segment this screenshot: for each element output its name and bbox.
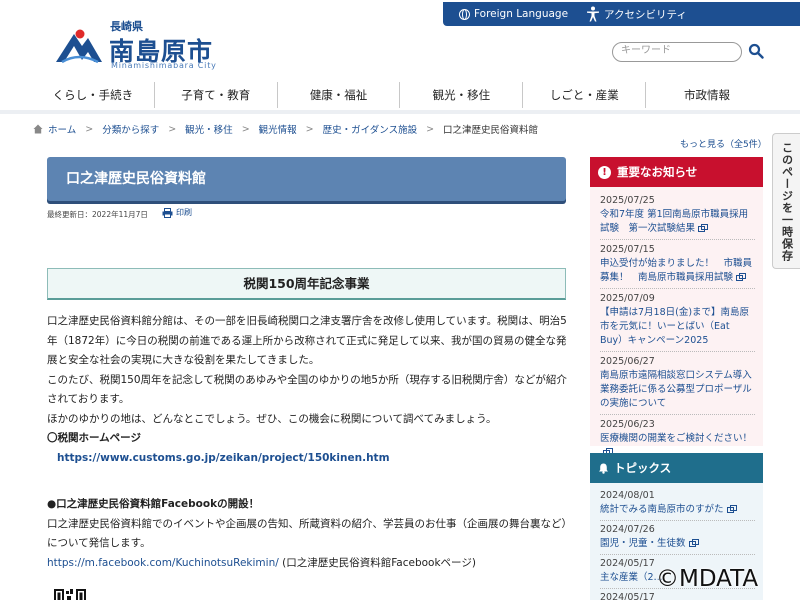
printer-icon <box>162 207 173 218</box>
external-link-icon <box>726 504 737 513</box>
home-icon <box>33 124 43 134</box>
news-link[interactable]: 令和7年度 第1回南島原市職員採用試験 第一次試験結果 <box>600 208 755 236</box>
search-icon[interactable] <box>748 43 764 59</box>
nav-item-health[interactable]: 健康・福祉 <box>276 82 400 108</box>
search-box <box>612 42 742 62</box>
breadcrumb: ホーム > 分類から探す > 観光・移住 > 観光情報 > 歴史・ガイダンス施設… <box>33 122 538 136</box>
page-title-bar: 口之津歴史民俗資料館 <box>47 157 566 201</box>
accessibility-link[interactable]: アクセシビリティ <box>586 6 687 22</box>
breadcrumb-history[interactable]: 歴史・ガイダンス施設 <box>323 122 417 136</box>
article-body: 口之津歴史民俗資料館分館は、その一部を旧長崎税関口之津支署庁舎を改修し使用してい… <box>47 312 571 573</box>
accessibility-label: アクセシビリティ <box>604 8 687 21</box>
list-item: 2025/07/15 申込受付が始まりました！ 市職員募集！ 南島原市職員採用試… <box>600 240 755 289</box>
section-heading-box: 税関150周年記念事業 <box>47 268 566 300</box>
topic-link[interactable]: 統計でみる南島原市のすがた <box>600 503 755 517</box>
list-item: 2024/08/01 統計でみる南島原市のすがた <box>600 487 755 521</box>
list-item: 2025/07/25 令和7年度 第1回南島原市職員採用試験 第一次試験結果 <box>600 191 755 240</box>
news-date: 2025/07/15 <box>600 244 655 255</box>
city-logo[interactable]: 長崎県 南島原市 Minamishimabara City <box>54 14 224 72</box>
exclamation-icon: ! <box>598 165 611 179</box>
news-title: 【申請は7月18日(金)まで】南島原市を元気に！いーとばい（Eat Buy）キャ… <box>600 307 750 346</box>
list-item: 2025/06/27 南島原市遠隔相談窓口システム導入業務委託に係る公募型プロポ… <box>600 352 755 415</box>
facebook-link[interactable]: https://m.facebook.com/KuchinotsuRekimin… <box>47 557 279 569</box>
logo-romaji: Minamishimabara City <box>111 61 217 70</box>
accessibility-icon <box>587 6 600 22</box>
important-notices-title: 重要なお知らせ <box>617 165 698 179</box>
notice-more-link[interactable]: もっと見る（全5件） <box>680 137 767 150</box>
nav-item-living[interactable]: くらし・手続き <box>32 82 154 108</box>
topic-link[interactable]: 園児・児童・生徒数 <box>600 537 755 551</box>
topics-header: トピックス <box>590 453 763 483</box>
globe-icon <box>459 8 470 20</box>
facebook-description: 口之津歴史民俗資料館でのイベントや企画展の告知、所蔵資料の紹介、学芸員のお仕事（… <box>47 517 567 550</box>
breadcrumb-separator: > <box>85 123 94 135</box>
news-date: 2025/07/09 <box>600 293 655 304</box>
breadcrumb-category[interactable]: 分類から探す <box>102 122 159 136</box>
topic-date: 2024/05/17 <box>600 592 655 600</box>
list-item: 2024/07/26 園児・児童・生徒数 <box>600 521 755 555</box>
watermark: ©MDATA <box>656 566 759 592</box>
topic-date: 2024/08/01 <box>600 490 655 501</box>
save-page-label: このページを一時保存 <box>780 142 794 262</box>
news-title: 南島原市遠隔相談窓口システム導入業務委託に係る公募型プロポーザルの実施について <box>600 370 752 409</box>
external-link-icon <box>736 272 747 281</box>
top-utility-bar: Foreign Language アクセシビリティ <box>443 2 800 26</box>
news-link[interactable]: 【申請は7月18日(金)まで】南島原市を元気に！いーとばい（Eat Buy）キャ… <box>600 306 755 348</box>
paragraph-anniversary: このたび、税関150周年を記念して税関のあゆみや全国のゆかりの地5か所（現存する… <box>47 373 567 406</box>
breadcrumb-separator: > <box>241 123 250 135</box>
news-link[interactable]: 申込受付が始まりました！ 市職員募集！ 南島原市職員採用試験 <box>600 257 755 285</box>
news-date: 2025/06/23 <box>600 419 655 430</box>
breadcrumb-home[interactable]: ホーム <box>48 122 76 136</box>
save-page-tab[interactable]: このページを一時保存 <box>772 133 800 269</box>
list-item: 2025/07/09 【申請は7月18日(金)まで】南島原市を元気に！いーとばい… <box>600 289 755 352</box>
paragraph-customs-history: 口之津歴史民俗資料館分館は、その一部を旧長崎税関口之津支署庁舎を改修し使用してい… <box>47 315 567 366</box>
bell-icon <box>599 463 608 474</box>
breadcrumb-separator: > <box>426 123 435 135</box>
breadcrumb-current: 口之津歴史民俗資料館 <box>443 125 539 136</box>
print-button[interactable]: 印刷 <box>162 207 192 218</box>
search-input[interactable] <box>621 45 739 56</box>
nav-item-city-info[interactable]: 市政情報 <box>645 82 768 108</box>
qr-code-image <box>54 589 86 600</box>
external-link-icon <box>698 223 709 232</box>
section-heading: 税関150周年記念事業 <box>243 276 370 291</box>
facebook-heading: ●口之津歴史民俗資料館Facebookの開設！ <box>47 498 260 510</box>
print-label: 印刷 <box>176 208 192 217</box>
topic-title: 園児・児童・生徒数 <box>600 538 686 549</box>
important-notices-list: 2025/07/25 令和7年度 第1回南島原市職員採用試験 第一次試験結果 2… <box>590 187 763 463</box>
news-date: 2025/07/25 <box>600 195 655 206</box>
facebook-link-note: (口之津歴史民俗資料館Facebookページ) <box>278 556 476 569</box>
topic-date: 2024/07/26 <box>600 524 655 535</box>
page-title: 口之津歴史民俗資料館 <box>66 171 206 187</box>
last-updated: 最終更新日：2022年11月7日 <box>47 210 148 219</box>
nav-item-tourism[interactable]: 観光・移住 <box>399 82 522 108</box>
nav-item-childcare[interactable]: 子育て・教育 <box>153 82 277 108</box>
foreign-language-label: Foreign Language <box>474 8 569 20</box>
breadcrumb-tourism[interactable]: 観光・移住 <box>185 122 233 136</box>
nav-item-work[interactable]: しごと・産業 <box>522 82 645 108</box>
city-emblem-icon <box>56 29 102 64</box>
breadcrumb-separator: > <box>168 123 177 135</box>
important-notices-header: ! 重要なお知らせ <box>590 157 763 187</box>
customs-homepage-link[interactable]: https://www.customs.go.jp/zeikan/project… <box>57 452 390 464</box>
news-title: 令和7年度 第1回南島原市職員採用試験 第一次試験結果 <box>600 209 749 234</box>
nav-divider <box>0 110 800 114</box>
news-title: 医療機関の開業をご検討ください！ <box>600 433 753 444</box>
global-nav: くらし・手続き 子育て・教育 健康・福祉 観光・移住 しごと・産業 市政情報 <box>32 82 768 108</box>
topic-title: 主な産業（2… <box>600 572 664 583</box>
news-title: 申込受付が始まりました！ 市職員募集！ 南島原市職員採用試験 <box>600 258 753 283</box>
news-date: 2025/06/27 <box>600 356 655 367</box>
topic-title: 統計でみる南島原市のすがた <box>600 504 724 515</box>
foreign-language-link[interactable]: Foreign Language <box>459 8 568 20</box>
news-link[interactable]: 南島原市遠隔相談窓口システム導入業務委託に係る公募型プロポーザルの実施について <box>600 369 755 411</box>
paragraph-invitation: ほかのゆかりの地は、どんなとこでしょう。ぜひ、この機会に税関について調べてみまし… <box>47 412 497 425</box>
important-notices-panel: ! 重要なお知らせ 2025/07/25 令和7年度 第1回南島原市職員採用試験… <box>590 157 763 456</box>
breadcrumb-tourism-info[interactable]: 観光情報 <box>259 122 297 136</box>
external-link-icon <box>688 538 699 547</box>
breadcrumb-separator: > <box>305 123 314 135</box>
customs-homepage-heading: 〇税関ホームページ <box>47 432 141 444</box>
topics-title: トピックス <box>614 461 672 475</box>
